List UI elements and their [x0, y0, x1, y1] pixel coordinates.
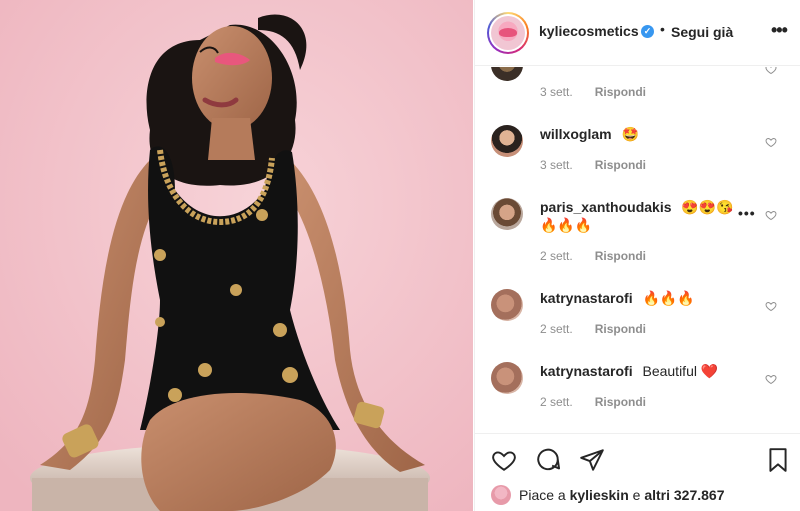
comment-username[interactable]: katrynastarofi: [540, 290, 633, 306]
likes-count-link[interactable]: altri 327.867: [644, 487, 724, 503]
verified-badge-icon: ✓: [641, 25, 654, 38]
liker-avatar[interactable]: [491, 485, 511, 505]
likes-prefix: Piace a: [519, 487, 566, 503]
liker-username[interactable]: kylieskin: [570, 487, 629, 503]
reply-button[interactable]: Rispondi: [595, 249, 646, 263]
comment-meta: 2 sett. Rispondi: [540, 322, 646, 336]
likes-conjunction: e: [632, 487, 641, 503]
comment-icon[interactable]: [535, 447, 561, 473]
comment-time: 2 sett.: [540, 395, 573, 409]
comment-meta: 3 sett. Rispondi: [540, 85, 646, 99]
comments-list: 3 sett. Rispondi willxoglam 🤩 3 sett. Risp…: [475, 67, 800, 433]
comment-avatar[interactable]: [491, 67, 523, 81]
comment-like-heart-icon[interactable]: [765, 300, 777, 312]
comment-time: 2 sett.: [540, 249, 573, 263]
paper-plane-icon[interactable]: [579, 447, 605, 473]
comment-avatar[interactable]: [491, 198, 523, 230]
comment-meta: 3 sett. Rispondi: [540, 158, 646, 172]
more-options-icon[interactable]: •••: [771, 20, 788, 41]
comment-username[interactable]: katrynastarofi: [540, 363, 633, 379]
comment-body: paris_xanthoudakis 😍😍😘🔥🔥🔥: [540, 198, 750, 234]
comment-time: 3 sett.: [540, 85, 573, 99]
comment-text: 🔥🔥🔥: [642, 290, 695, 306]
reply-button[interactable]: Rispondi: [595, 85, 646, 99]
comment-body: willxoglam 🤩: [540, 125, 750, 143]
author-username[interactable]: kyliecosmetics: [539, 23, 639, 39]
heart-icon[interactable]: [491, 447, 517, 473]
following-button[interactable]: Segui già: [671, 24, 733, 40]
comment-meta: 2 sett. Rispondi: [540, 395, 646, 409]
post-actions: Piace a kylieskin e altri 327.867: [475, 433, 800, 511]
post-image[interactable]: [0, 0, 473, 511]
comment-avatar[interactable]: [491, 362, 523, 394]
comment-meta: 2 sett. Rispondi: [540, 249, 646, 263]
comment-time: 2 sett.: [540, 322, 573, 336]
comment-username[interactable]: paris_xanthoudakis: [540, 199, 672, 215]
comment-like-heart-icon[interactable]: [765, 67, 777, 75]
comment-like-heart-icon[interactable]: [765, 209, 777, 221]
bookmark-icon[interactable]: [765, 447, 791, 473]
reply-button[interactable]: Rispondi: [595, 395, 646, 409]
author-avatar[interactable]: [487, 12, 529, 54]
comment-more-icon[interactable]: •••: [738, 205, 756, 221]
comment-like-heart-icon[interactable]: [765, 136, 777, 148]
post-photo-illustration: [0, 0, 473, 511]
post-header: kyliecosmetics ✓ • Segui già •••: [475, 0, 800, 66]
comment-time: 3 sett.: [540, 158, 573, 172]
reply-button[interactable]: Rispondi: [595, 322, 646, 336]
comment-avatar[interactable]: [491, 289, 523, 321]
comment-avatar[interactable]: [491, 125, 523, 157]
header-separator: •: [660, 21, 665, 37]
likes-summary: Piace a kylieskin e altri 327.867: [491, 485, 725, 505]
reply-button[interactable]: Rispondi: [595, 158, 646, 172]
comment-username[interactable]: willxoglam: [540, 126, 612, 142]
comment-body: katrynastarofi Beautiful ❤️: [540, 362, 750, 380]
comment-body: katrynastarofi 🔥🔥🔥: [540, 289, 750, 307]
comment-text: 🤩: [621, 126, 639, 142]
post-side-panel: kyliecosmetics ✓ • Segui già ••• 3 sett.…: [474, 0, 800, 511]
comment-text: Beautiful ❤️: [642, 363, 719, 379]
comment-like-heart-icon[interactable]: [765, 373, 777, 385]
